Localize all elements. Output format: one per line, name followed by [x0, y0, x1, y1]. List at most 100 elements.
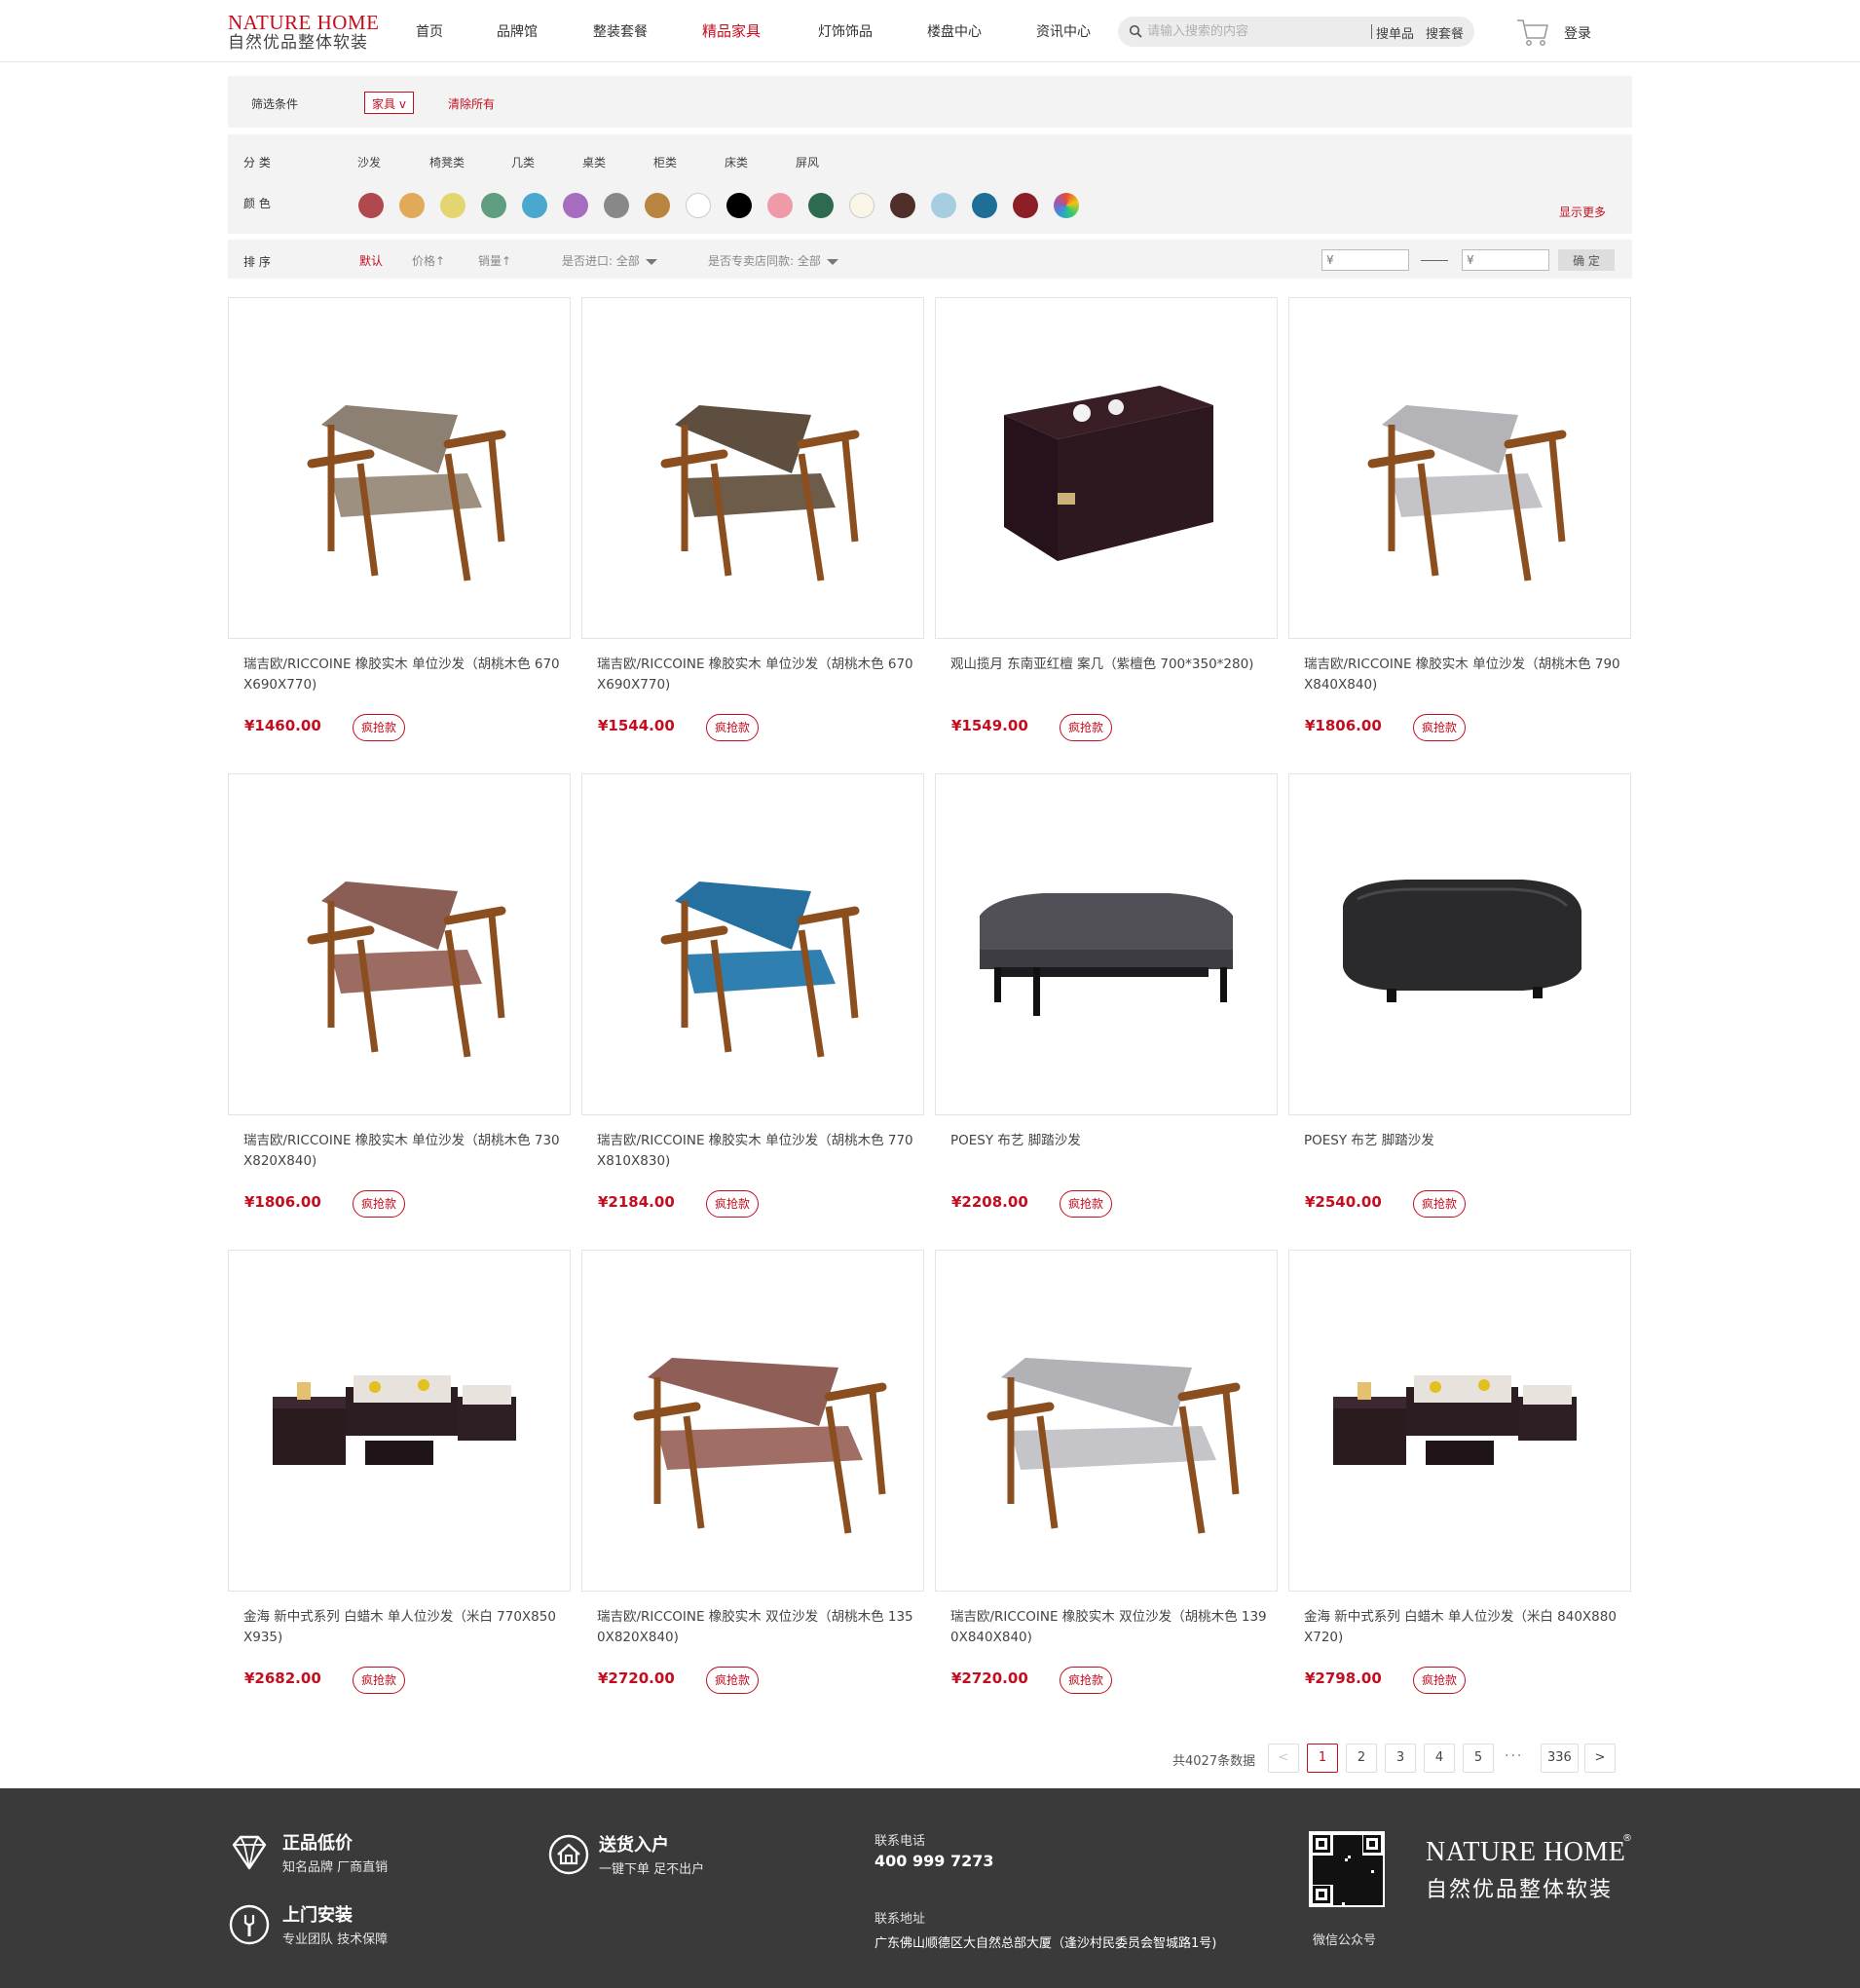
- color-swatch[interactable]: [604, 193, 629, 218]
- nav-home[interactable]: 首页: [416, 21, 443, 41]
- product-badge[interactable]: 疯抢款: [353, 1190, 406, 1218]
- color-swatch[interactable]: [726, 193, 752, 218]
- color-swatch[interactable]: [399, 193, 425, 218]
- logo[interactable]: NATURE HOME 自然优品整体软装: [228, 12, 393, 53]
- product-card[interactable]: POESY 布艺 脚踏沙发 ¥2540.00 疯抢款: [1288, 773, 1631, 1231]
- color-swatch[interactable]: [645, 193, 670, 218]
- search-package-button[interactable]: 搜套餐: [1426, 23, 1464, 42]
- product-title[interactable]: POESY 布艺 脚踏沙发: [1304, 1131, 1625, 1151]
- nav-brands[interactable]: 品牌馆: [497, 21, 538, 41]
- page-4[interactable]: 4: [1424, 1744, 1455, 1773]
- color-swatch[interactable]: [972, 193, 997, 218]
- imported-dropdown[interactable]: 是否进口: 全部: [562, 252, 657, 269]
- page-1[interactable]: 1: [1307, 1744, 1338, 1773]
- product-card[interactable]: 瑞吉欧/RICCOINE 橡胶实木 单位沙发（胡桃木色 670X690X770)…: [228, 297, 571, 755]
- cart-icon[interactable]: [1515, 17, 1550, 48]
- color-swatch[interactable]: [849, 193, 874, 218]
- product-card[interactable]: POESY 布艺 脚踏沙发 ¥2208.00 疯抢款: [935, 773, 1278, 1231]
- product-image[interactable]: [935, 297, 1278, 639]
- product-title[interactable]: POESY 布艺 脚踏沙发: [950, 1131, 1272, 1151]
- color-swatch[interactable]: [931, 193, 956, 218]
- color-swatch[interactable]: [808, 193, 834, 218]
- page-3[interactable]: 3: [1385, 1744, 1416, 1773]
- active-filter-tag[interactable]: 家具 v: [364, 92, 414, 114]
- product-badge[interactable]: 疯抢款: [706, 1190, 760, 1218]
- product-badge[interactable]: 疯抢款: [1413, 1667, 1467, 1694]
- product-title[interactable]: 金海 新中式系列 白蜡木 单人位沙发（米白 770X850X935): [243, 1607, 565, 1648]
- price-max-input[interactable]: [1462, 249, 1549, 271]
- product-card[interactable]: 瑞吉欧/RICCOINE 橡胶实木 单位沙发（胡桃木色 670X690X770)…: [581, 297, 924, 755]
- color-swatch[interactable]: [767, 193, 793, 218]
- search-single-button[interactable]: 搜单品: [1376, 23, 1414, 42]
- category-side-tables[interactable]: 几类: [511, 154, 535, 170]
- product-badge[interactable]: 疯抢款: [1413, 714, 1467, 741]
- category-screens[interactable]: 屏风: [796, 154, 819, 170]
- next-page-button[interactable]: >: [1584, 1744, 1616, 1773]
- product-title[interactable]: 观山揽月 东南亚红檀 案几（紫檀色 700*350*280): [950, 655, 1272, 675]
- product-badge[interactable]: 疯抢款: [1060, 1667, 1113, 1694]
- product-title[interactable]: 瑞吉欧/RICCOINE 橡胶实木 单位沙发（胡桃木色 730X820X840): [243, 1131, 565, 1172]
- product-image[interactable]: [228, 1250, 571, 1592]
- product-title[interactable]: 瑞吉欧/RICCOINE 橡胶实木 单位沙发（胡桃木色 770X810X830): [597, 1131, 918, 1172]
- product-image[interactable]: [935, 773, 1278, 1115]
- product-title[interactable]: 瑞吉欧/RICCOINE 橡胶实木 单位沙发（胡桃木色 670X690X770): [243, 655, 565, 695]
- product-card[interactable]: 瑞吉欧/RICCOINE 橡胶实木 双位沙发（胡桃木色 1390X840X840…: [935, 1250, 1278, 1707]
- category-sofa[interactable]: 沙发: [357, 154, 381, 170]
- product-card[interactable]: 金海 新中式系列 白蜡木 单人位沙发（米白 770X850X935) ¥2682…: [228, 1250, 571, 1707]
- search-input[interactable]: [1147, 22, 1357, 41]
- color-swatch[interactable]: [1013, 193, 1038, 218]
- color-swatch[interactable]: [358, 193, 384, 218]
- page-last[interactable]: 336: [1541, 1744, 1579, 1773]
- product-image[interactable]: [228, 773, 571, 1115]
- product-image[interactable]: [228, 297, 571, 639]
- nav-news[interactable]: 资讯中心: [1036, 21, 1091, 41]
- product-card[interactable]: 金海 新中式系列 白蜡木 单人位沙发（米白 840X880X720) ¥2798…: [1288, 1250, 1631, 1707]
- category-beds[interactable]: 床类: [725, 154, 748, 170]
- same-store-dropdown[interactable]: 是否专卖店同款: 全部: [708, 252, 838, 269]
- category-cabinets[interactable]: 柜类: [653, 154, 677, 170]
- product-card[interactable]: 瑞吉欧/RICCOINE 橡胶实木 单位沙发（胡桃木色 730X820X840)…: [228, 773, 571, 1231]
- color-swatch[interactable]: [522, 193, 547, 218]
- product-badge[interactable]: 疯抢款: [706, 1667, 760, 1694]
- product-title[interactable]: 瑞吉欧/RICCOINE 橡胶实木 单位沙发（胡桃木色 670X690X770): [597, 655, 918, 695]
- product-badge[interactable]: 疯抢款: [1060, 1190, 1113, 1218]
- product-badge[interactable]: 疯抢款: [706, 714, 760, 741]
- color-swatch[interactable]: [1054, 193, 1079, 218]
- product-badge[interactable]: 疯抢款: [1413, 1190, 1467, 1218]
- product-title[interactable]: 瑞吉欧/RICCOINE 橡胶实木 单位沙发（胡桃木色 790X840X840): [1304, 655, 1625, 695]
- color-swatch[interactable]: [563, 193, 588, 218]
- show-more-link[interactable]: 显示更多: [1559, 204, 1606, 220]
- sort-sales[interactable]: 销量↑: [478, 252, 511, 269]
- product-badge[interactable]: 疯抢款: [353, 1667, 406, 1694]
- page-2[interactable]: 2: [1346, 1744, 1377, 1773]
- product-card[interactable]: 瑞吉欧/RICCOINE 橡胶实木 单位沙发（胡桃木色 790X840X840)…: [1288, 297, 1631, 755]
- product-title[interactable]: 瑞吉欧/RICCOINE 橡胶实木 双位沙发（胡桃木色 1350X820X840…: [597, 1607, 918, 1648]
- product-image[interactable]: [581, 1250, 924, 1592]
- sort-default[interactable]: 默认: [359, 252, 383, 269]
- color-swatch[interactable]: [440, 193, 465, 218]
- product-card[interactable]: 瑞吉欧/RICCOINE 橡胶实木 双位沙发（胡桃木色 1350X820X840…: [581, 1250, 924, 1707]
- category-chairs-stools[interactable]: 椅凳类: [429, 154, 465, 170]
- product-image[interactable]: [935, 1250, 1278, 1592]
- nav-lighting[interactable]: 灯饰饰品: [818, 21, 873, 41]
- nav-packages[interactable]: 整装套餐: [593, 21, 648, 41]
- color-swatch[interactable]: [481, 193, 506, 218]
- prev-page-button[interactable]: <: [1268, 1744, 1299, 1773]
- product-image[interactable]: [1288, 297, 1631, 639]
- category-tables[interactable]: 桌类: [582, 154, 606, 170]
- page-5[interactable]: 5: [1463, 1744, 1494, 1773]
- price-confirm-button[interactable]: 确 定: [1558, 249, 1615, 271]
- product-image[interactable]: [581, 773, 924, 1115]
- product-title[interactable]: 金海 新中式系列 白蜡木 单人位沙发（米白 840X880X720): [1304, 1607, 1625, 1648]
- product-badge[interactable]: 疯抢款: [353, 714, 406, 741]
- product-title[interactable]: 瑞吉欧/RICCOINE 橡胶实木 双位沙发（胡桃木色 1390X840X840…: [950, 1607, 1272, 1648]
- nav-furniture[interactable]: 精品家具: [702, 20, 761, 41]
- product-image[interactable]: [1288, 1250, 1631, 1592]
- product-image[interactable]: [1288, 773, 1631, 1115]
- clear-all-link[interactable]: 清除所有: [448, 95, 495, 112]
- product-badge[interactable]: 疯抢款: [1060, 714, 1113, 741]
- price-min-input[interactable]: [1321, 249, 1409, 271]
- color-swatch[interactable]: [890, 193, 915, 218]
- product-card[interactable]: 观山揽月 东南亚红檀 案几（紫檀色 700*350*280) ¥1549.00 …: [935, 297, 1278, 755]
- color-swatch[interactable]: [686, 193, 711, 218]
